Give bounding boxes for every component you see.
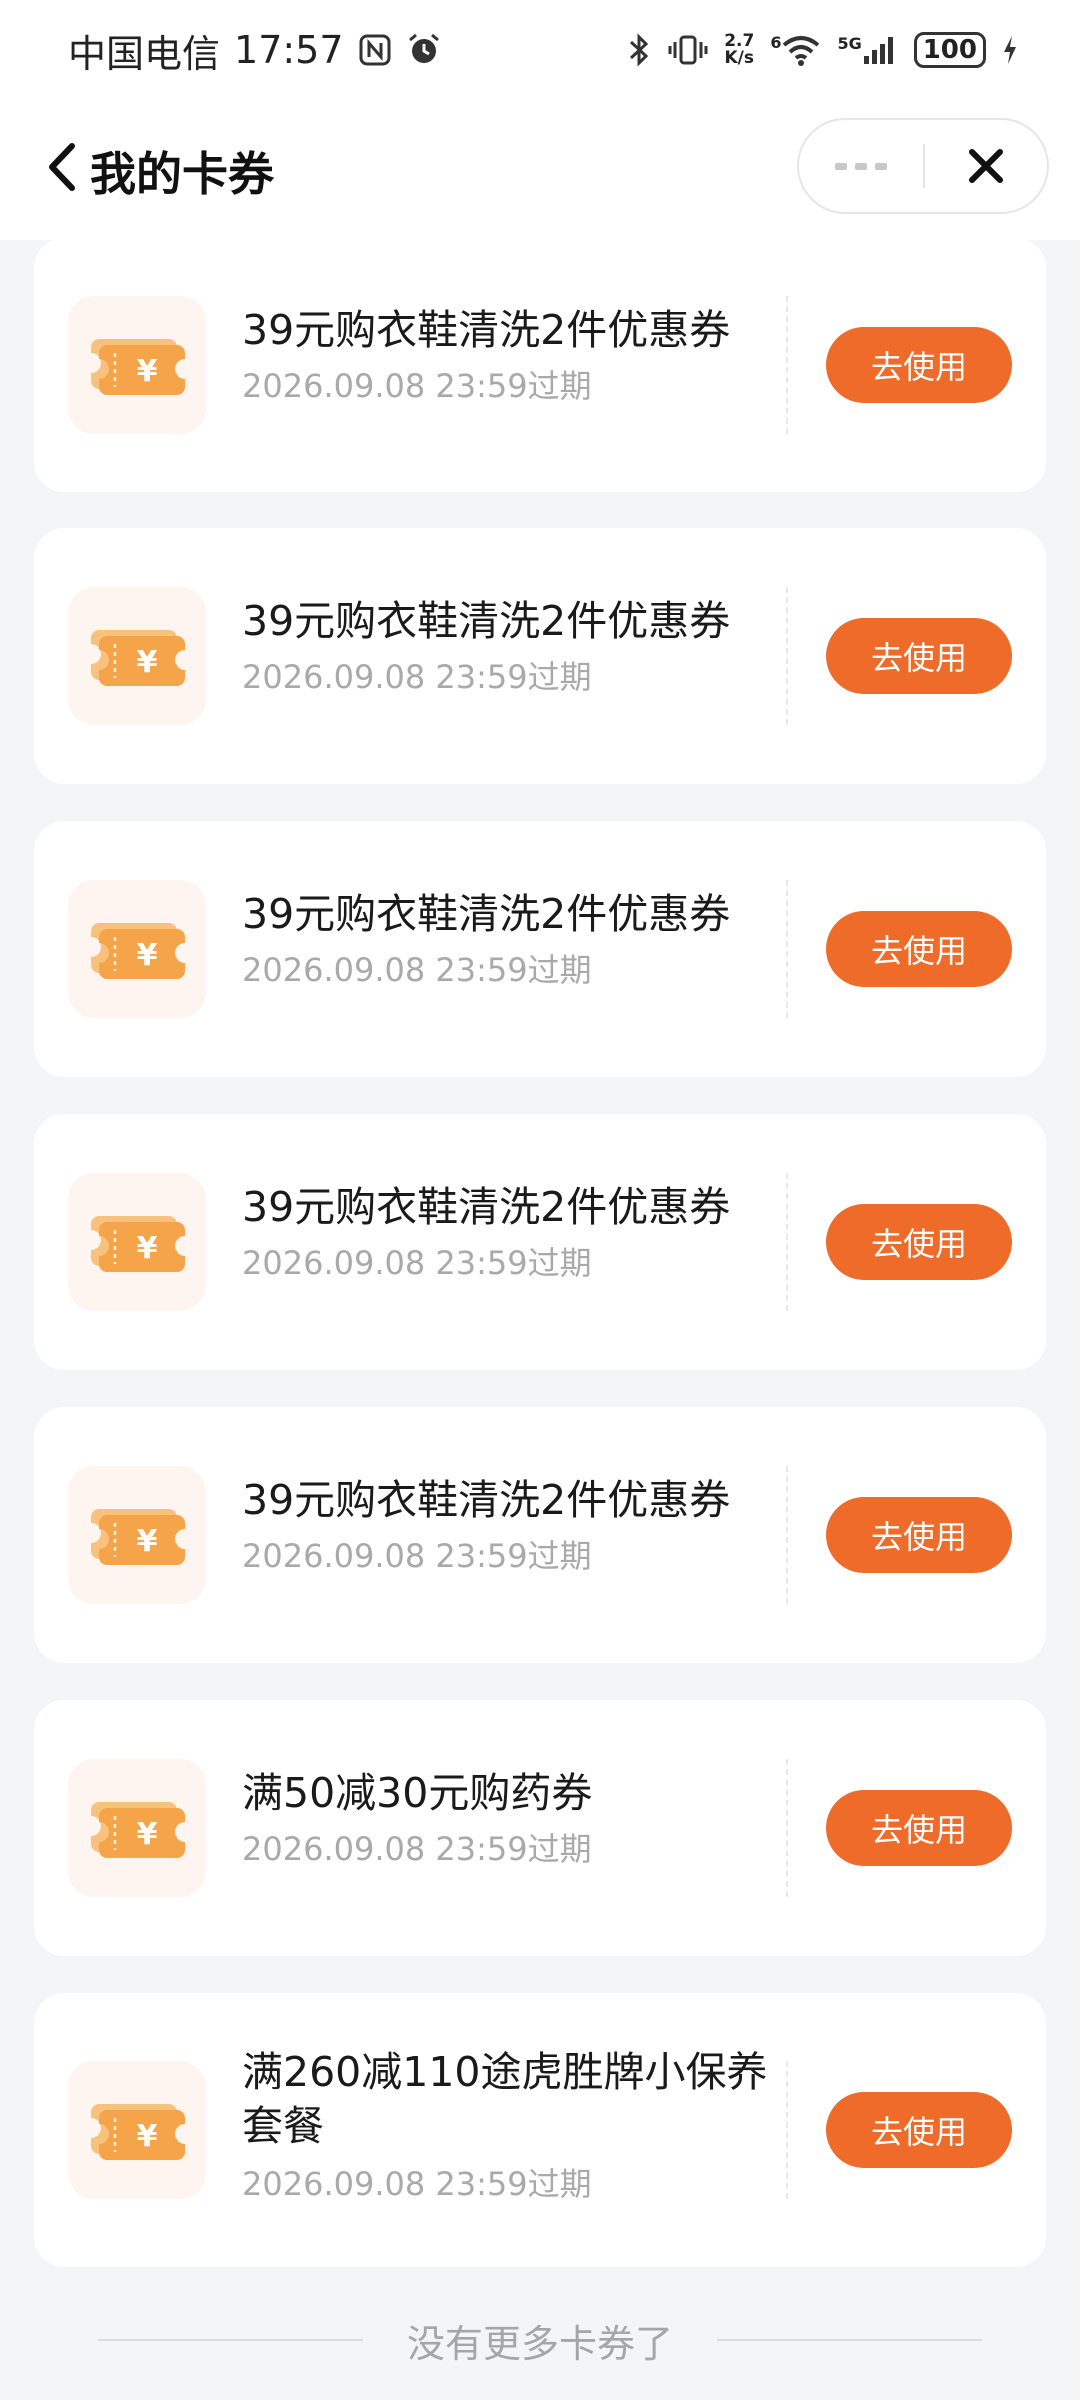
more-button[interactable] xyxy=(799,120,923,212)
use-coupon-button[interactable]: 去使用 xyxy=(826,2092,1012,2168)
alarm-icon xyxy=(406,32,442,68)
coupon-title: 满260减110途虎胜牌小保养套餐 xyxy=(242,2048,768,2150)
coupon-icon-box: ¥ xyxy=(68,296,206,434)
signal-label: 5G xyxy=(837,34,862,53)
coupon-title: 39元购衣鞋清洗2件优惠券 xyxy=(242,597,731,645)
coupon-title: 39元购衣鞋清洗2件优惠券 xyxy=(242,890,731,938)
use-coupon-button[interactable]: 去使用 xyxy=(826,1497,1012,1573)
divider-line-right xyxy=(717,2339,982,2341)
use-coupon-button[interactable]: 去使用 xyxy=(826,1790,1012,1866)
coupon-icon-box: ¥ xyxy=(68,1759,206,1897)
svg-text:¥: ¥ xyxy=(137,2119,158,2154)
carrier-name: 中国电信 xyxy=(68,31,221,76)
coupon-card[interactable]: ¥39元购衣鞋清洗2件优惠券 2026.09.08 23:59过期 去使用 xyxy=(34,821,1046,1077)
page-header: 我的卡券 xyxy=(0,100,1080,240)
close-icon xyxy=(969,149,1003,183)
list-end-note: 没有更多卡券了 xyxy=(0,2310,1080,2370)
network-speed: 2.7 K/s xyxy=(724,33,754,67)
use-coupon-button[interactable]: 去使用 xyxy=(826,1204,1012,1280)
coupon-expiry: 2026.09.08 23:59过期 xyxy=(242,1537,592,1575)
coupon-icon-box: ¥ xyxy=(68,1466,206,1604)
coupon-dashed-divider xyxy=(786,1466,788,1604)
coupon-ticket-icon: ¥ xyxy=(91,923,185,979)
coupon-card[interactable]: ¥39元购衣鞋清洗2件优惠券 2026.09.08 23:59过期 去使用 xyxy=(34,1114,1046,1370)
coupon-title: 39元购衣鞋清洗2件优惠券 xyxy=(242,306,731,354)
status-bar: 中国电信 17:57 2.7 K/s 6 5G 100 xyxy=(0,0,1080,100)
coupon-card[interactable]: ¥39元购衣鞋清洗2件优惠券 2026.09.08 23:59过期 去使用 xyxy=(34,238,1046,492)
coupon-card[interactable]: ¥ 满260减110途虎胜牌小保养套餐 2026.09.08 23:59过期 去使用 xyxy=(34,1993,1046,2267)
wifi-icon: 6 xyxy=(770,33,821,67)
coupon-dashed-divider xyxy=(786,1759,788,1897)
more-dots-icon xyxy=(835,163,887,170)
coupon-title: 39元购衣鞋清洗2件优惠券 xyxy=(242,1476,731,1524)
status-bar-left: 中国电信 17:57 xyxy=(68,23,442,78)
coupon-icon-box: ¥ xyxy=(68,1173,206,1311)
svg-text:¥: ¥ xyxy=(137,1524,158,1559)
svg-text:¥: ¥ xyxy=(137,938,158,973)
vibrate-icon xyxy=(668,32,708,68)
coupon-expiry: 2026.09.08 23:59过期 xyxy=(242,367,592,405)
mini-program-capsule xyxy=(797,118,1049,214)
svg-text:¥: ¥ xyxy=(137,645,158,680)
network-speed-unit: K/s xyxy=(724,48,754,68)
use-coupon-button[interactable]: 去使用 xyxy=(826,911,1012,987)
battery-icon: 100 xyxy=(913,32,986,68)
coupon-title: 39元购衣鞋清洗2件优惠券 xyxy=(242,1183,731,1231)
svg-text:¥: ¥ xyxy=(137,1231,158,1266)
coupon-card[interactable]: ¥ 满50减30元购药券 2026.09.08 23:59过期 去使用 xyxy=(34,1700,1046,1956)
no-more-coupons-text: 没有更多卡券了 xyxy=(406,2321,673,2366)
coupon-ticket-icon: ¥ xyxy=(91,630,185,686)
coupon-ticket-icon: ¥ xyxy=(91,1216,185,1272)
coupon-dashed-divider xyxy=(786,296,788,434)
clock-time: 17:57 xyxy=(234,28,344,72)
status-bar-right: 2.7 K/s 6 5G 100 xyxy=(626,32,1018,68)
coupon-card[interactable]: ¥39元购衣鞋清洗2件优惠券 2026.09.08 23:59过期 去使用 xyxy=(34,1407,1046,1663)
coupon-title: 满50减30元购药券 xyxy=(242,1769,593,1817)
coupon-expiry: 2026.09.08 23:59过期 xyxy=(242,1830,592,1868)
coupon-card[interactable]: ¥39元购衣鞋清洗2件优惠券 2026.09.08 23:59过期 去使用 xyxy=(34,528,1046,784)
coupon-icon-box: ¥ xyxy=(68,587,206,725)
coupon-dashed-divider xyxy=(786,587,788,725)
coupon-icon-box: ¥ xyxy=(68,880,206,1018)
wifi-label: 6 xyxy=(770,33,782,52)
coupon-ticket-icon: ¥ xyxy=(91,1509,185,1565)
coupon-expiry: 2026.09.08 23:59过期 xyxy=(242,2165,592,2203)
coupon-ticket-icon: ¥ xyxy=(91,339,185,395)
use-coupon-button[interactable]: 去使用 xyxy=(826,327,1012,403)
charging-icon xyxy=(1002,34,1018,66)
coupon-expiry: 2026.09.08 23:59过期 xyxy=(242,1244,592,1282)
close-button[interactable] xyxy=(925,120,1047,212)
divider-line-left xyxy=(97,2339,363,2341)
coupon-expiry: 2026.09.08 23:59过期 xyxy=(242,951,592,989)
svg-text:¥: ¥ xyxy=(137,1817,158,1852)
coupon-dashed-divider xyxy=(786,880,788,1018)
use-coupon-button[interactable]: 去使用 xyxy=(826,618,1012,694)
coupon-expiry: 2026.09.08 23:59过期 xyxy=(242,658,592,696)
coupon-ticket-icon: ¥ xyxy=(91,1802,185,1858)
coupon-icon-box: ¥ xyxy=(68,2061,206,2199)
coupon-dashed-divider xyxy=(786,1173,788,1311)
svg-text:¥: ¥ xyxy=(137,354,158,389)
nfc-icon xyxy=(358,33,392,67)
signal-icon: 5G xyxy=(837,34,897,66)
coupon-ticket-icon: ¥ xyxy=(91,2104,185,2160)
page-title: 我的卡券 xyxy=(90,147,274,201)
bluetooth-icon xyxy=(626,32,652,68)
back-button[interactable] xyxy=(38,132,88,202)
coupon-dashed-divider xyxy=(786,2061,788,2199)
back-arrow-icon xyxy=(49,143,75,191)
battery-level: 100 xyxy=(922,35,977,65)
